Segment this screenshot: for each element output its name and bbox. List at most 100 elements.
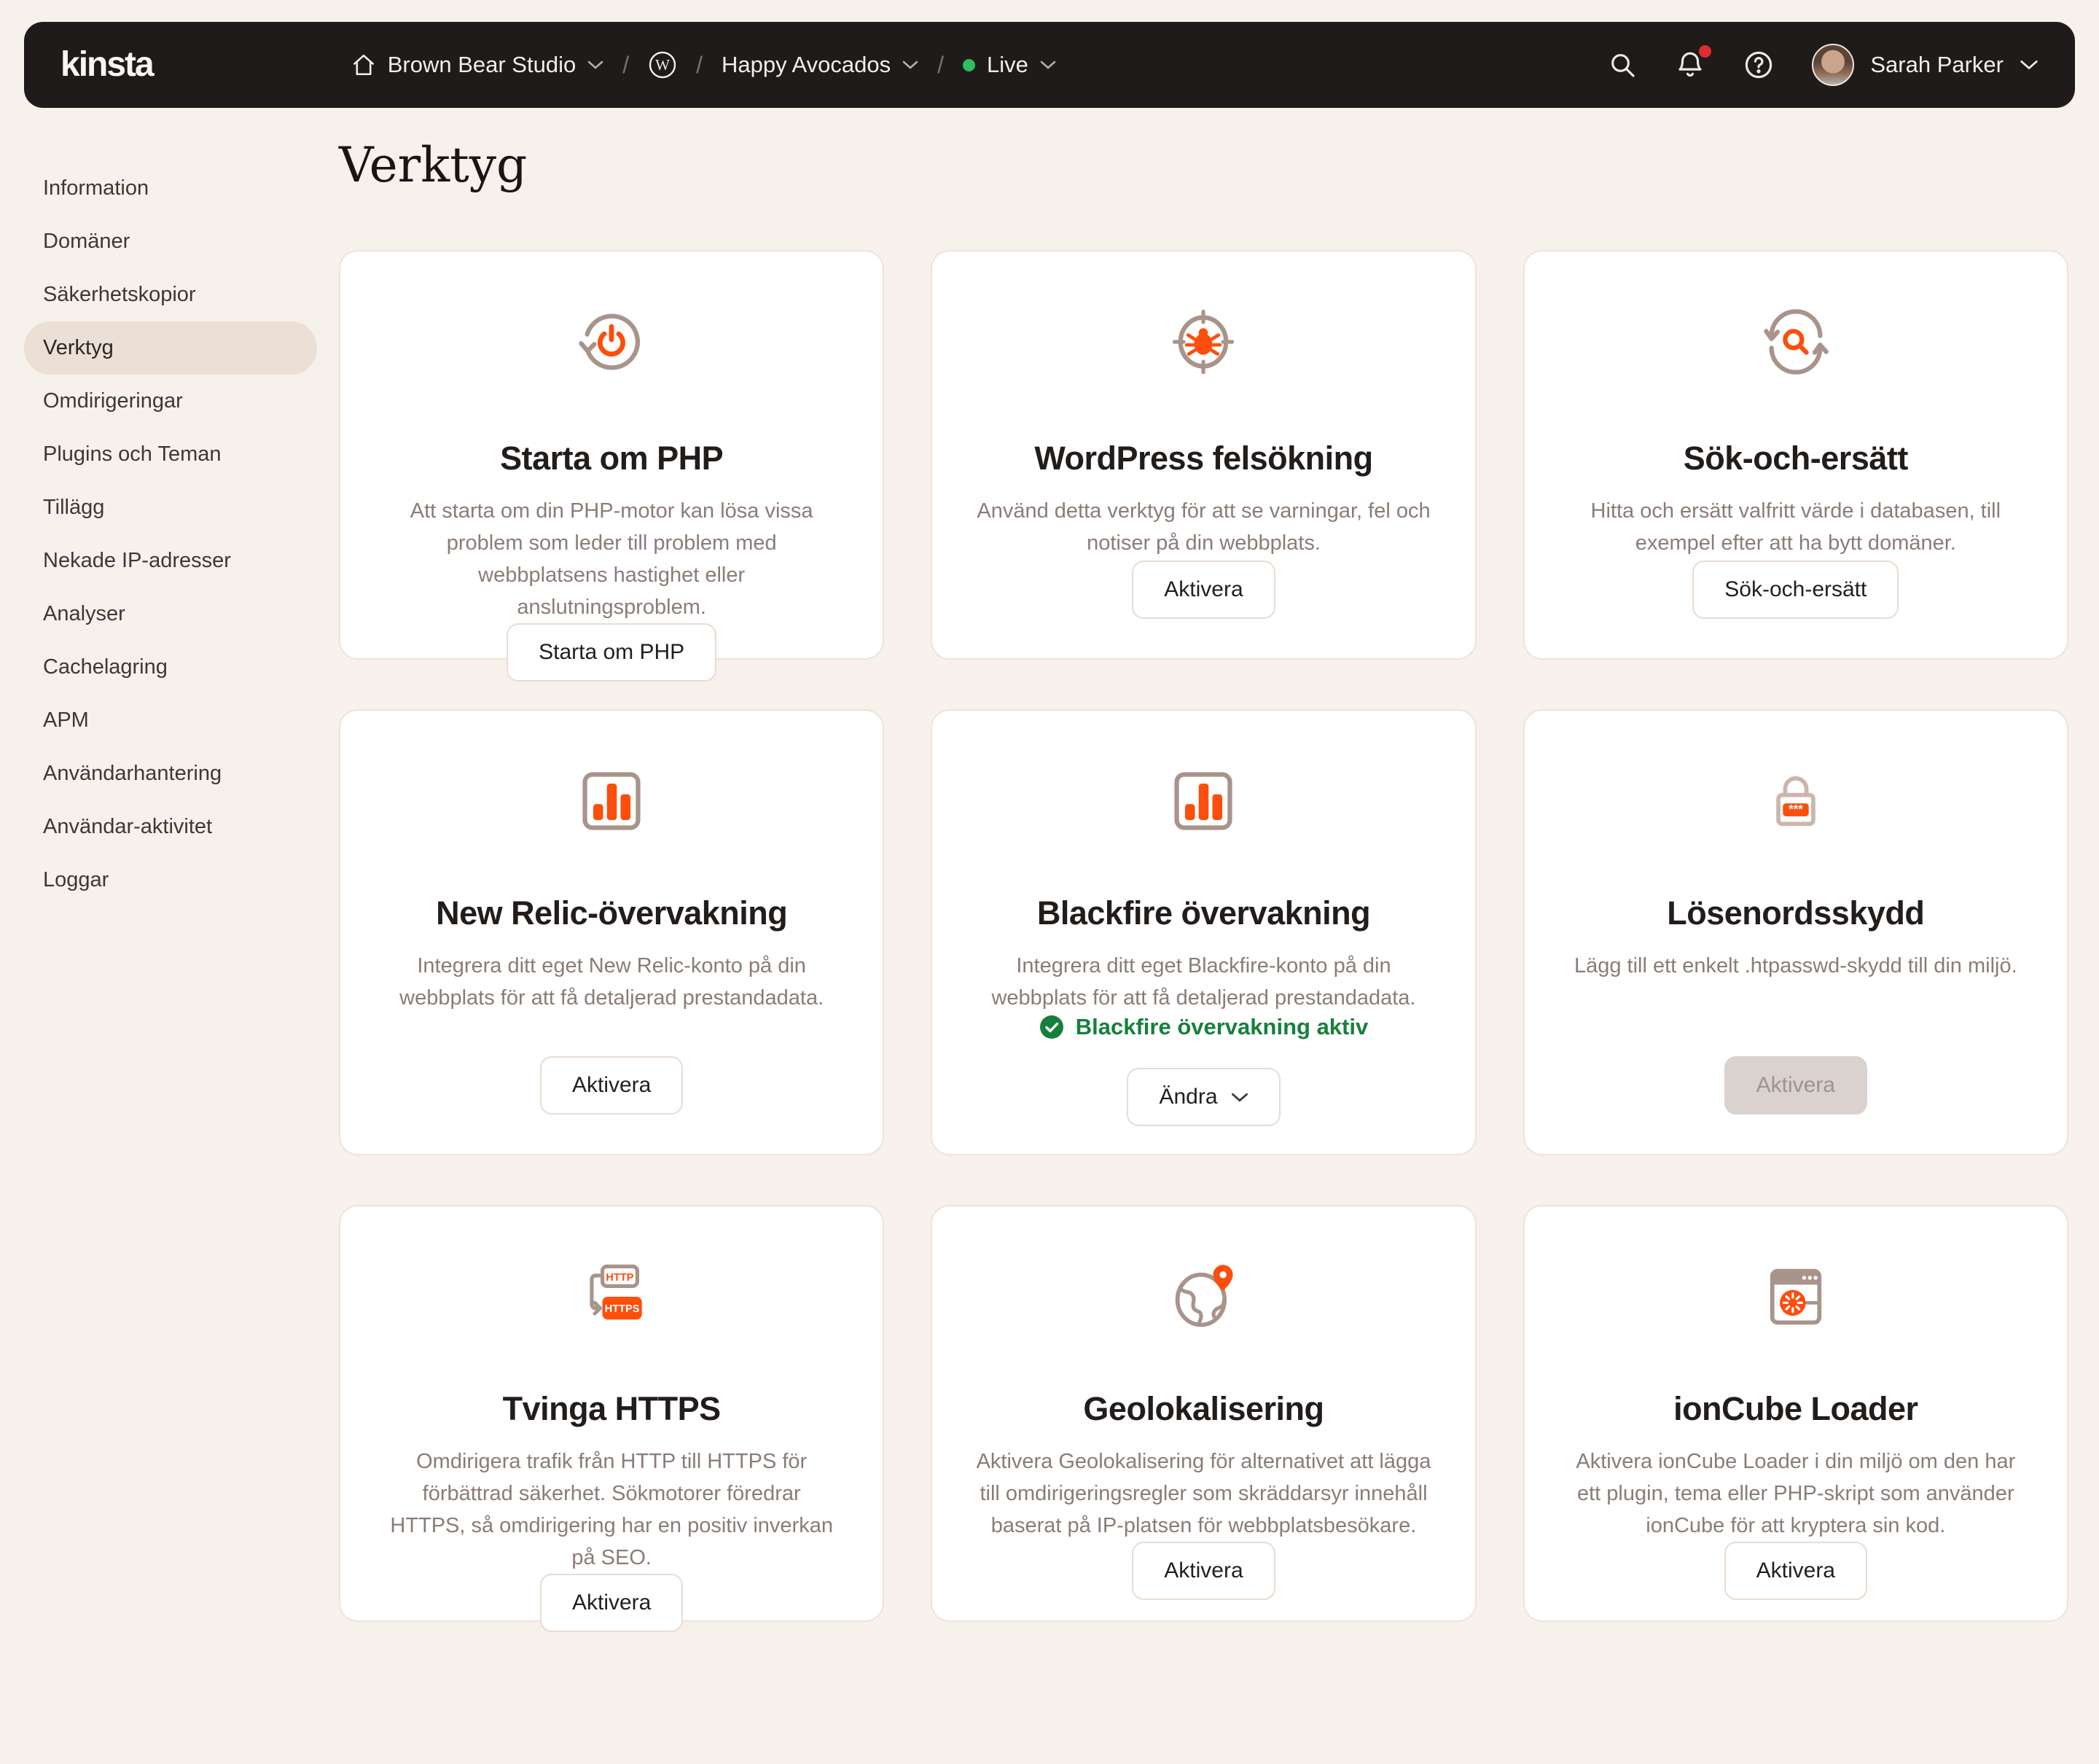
user-name: Sarah Parker xyxy=(1870,52,2004,78)
chevron-down-icon xyxy=(1231,1092,1248,1103)
http-label: HTTP xyxy=(606,1272,634,1284)
breadcrumb: Brown Bear Studio / W / Happy Avocados /… xyxy=(351,50,1056,79)
browser-loader-icon xyxy=(1759,1260,1832,1333)
live-status-dot xyxy=(963,59,975,71)
kinsta-logo[interactable]: kinsta xyxy=(60,47,153,82)
page-title: Verktyg xyxy=(339,137,2068,193)
sidebar-item-verktyg[interactable]: Verktyg xyxy=(24,321,317,375)
card-description: Lägg till ett enkelt .htpasswd-skydd til… xyxy=(1574,950,2017,982)
status-label: Blackfire övervakning aktiv xyxy=(1076,1014,1368,1040)
button-label: Ändra xyxy=(1159,1085,1217,1109)
card-description: Omdirigera trafik från HTTP till HTTPS f… xyxy=(382,1445,841,1574)
card-title: Starta om PHP xyxy=(500,440,723,477)
card-description: Aktivera Geolokalisering för alternative… xyxy=(974,1445,1433,1542)
sidebar-item-tillagg[interactable]: Tillägg xyxy=(24,481,317,534)
card-title: Sök-och-ersätt xyxy=(1684,440,1908,477)
sidebar-item-information[interactable]: Information xyxy=(24,162,317,215)
restart-icon xyxy=(575,305,648,378)
breadcrumb-separator: / xyxy=(693,52,705,79)
chevron-down-icon xyxy=(587,60,603,70)
top-navbar: kinsta Brown Bear Studio / W / Happy Avo… xyxy=(24,22,2075,108)
card-geolocation: Geolokalisering Aktivera Geolokalisering… xyxy=(931,1205,1476,1622)
breadcrumb-separator: / xyxy=(934,52,947,79)
navbar-actions: Sarah Parker xyxy=(1608,44,2039,86)
card-search-replace: Sök-och-ersätt Hitta och ersätt valfritt… xyxy=(1523,250,2068,660)
card-title: New Relic-övervakning xyxy=(436,894,787,932)
search-icon xyxy=(1608,50,1637,79)
sidebar-item-sakerhetskopior[interactable]: Säkerhetskopior xyxy=(24,268,317,321)
breadcrumb-site[interactable]: Happy Avocados xyxy=(722,52,918,78)
breadcrumb-company-label: Brown Bear Studio xyxy=(388,52,576,78)
user-menu[interactable]: Sarah Parker xyxy=(1812,44,2039,86)
card-description: Integrera ditt eget New Relic-konto på d… xyxy=(382,950,841,1014)
activate-wp-debugging-button[interactable]: Aktivera xyxy=(1132,561,1275,619)
sidebar-item-omdirigeringar[interactable]: Omdirigeringar xyxy=(24,375,317,428)
chevron-down-icon xyxy=(902,60,918,70)
search-replace-button[interactable]: Sök-och-ersätt xyxy=(1692,561,1899,619)
http-to-https-icon: HTTP HTTPS xyxy=(575,1260,648,1333)
check-circle-icon xyxy=(1039,1015,1064,1039)
svg-text:W: W xyxy=(655,56,670,74)
breadcrumb-site-label: Happy Avocados xyxy=(722,52,891,78)
card-ioncube-loader: ionCube Loader Aktivera ionCube Loader i… xyxy=(1523,1205,2068,1622)
bar-chart-icon xyxy=(1167,765,1240,838)
card-description: Hitta och ersätt valfritt värde i databa… xyxy=(1566,495,2025,559)
card-force-https: HTTP HTTPS Tvinga HTTPS Omdirigera trafi… xyxy=(339,1205,884,1622)
chevron-down-icon xyxy=(2020,59,2039,71)
activate-geolocation-button[interactable]: Aktivera xyxy=(1132,1542,1275,1600)
avatar xyxy=(1812,44,1854,86)
sidebar: Information Domäner Säkerhetskopior Verk… xyxy=(24,162,317,907)
breadcrumb-separator: / xyxy=(619,52,632,79)
sidebar-item-cachelagring[interactable]: Cachelagring xyxy=(24,641,317,694)
card-description: Aktivera ionCube Loader i din miljö om d… xyxy=(1566,1445,2025,1542)
card-title: Blackfire övervakning xyxy=(1037,894,1370,932)
card-description: Integrera ditt eget Blackfire-konto på d… xyxy=(974,950,1433,1014)
card-title: Geolokalisering xyxy=(1083,1390,1324,1428)
help-button[interactable] xyxy=(1743,50,1774,80)
card-new-relic: New Relic-övervakning Integrera ditt ege… xyxy=(339,709,884,1155)
card-description: Använd detta verktyg för att se varninga… xyxy=(974,495,1433,559)
sidebar-item-anvandarhantering[interactable]: Användarhantering xyxy=(24,747,317,800)
activate-force-https-button[interactable]: Aktivera xyxy=(540,1574,683,1632)
tools-grid: Starta om PHP Att starta om din PHP-moto… xyxy=(339,250,2068,1622)
card-restart-php: Starta om PHP Att starta om din PHP-moto… xyxy=(339,250,884,660)
breadcrumb-company[interactable]: Brown Bear Studio xyxy=(351,52,603,78)
card-blackfire: Blackfire övervakning Integrera ditt ege… xyxy=(931,709,1476,1155)
card-password-protection: *** Lösenordsskydd Lägg till ett enkelt … xyxy=(1523,709,2068,1155)
sidebar-item-analyser[interactable]: Analyser xyxy=(24,588,317,641)
help-icon xyxy=(1743,50,1774,80)
restart-php-button[interactable]: Starta om PHP xyxy=(507,623,716,682)
card-title: ionCube Loader xyxy=(1673,1390,1918,1428)
search-button[interactable] xyxy=(1608,50,1637,79)
card-wordpress-debugging: WordPress felsökning Använd detta verkty… xyxy=(931,250,1476,660)
activate-new-relic-button[interactable]: Aktivera xyxy=(540,1056,683,1115)
globe-pin-icon xyxy=(1167,1260,1240,1333)
card-title: Tvinga HTTPS xyxy=(503,1390,721,1428)
sidebar-item-apm[interactable]: APM xyxy=(24,694,317,747)
chevron-down-icon xyxy=(1040,60,1056,70)
sidebar-item-plugins-och-teman[interactable]: Plugins och Teman xyxy=(24,428,317,481)
sidebar-item-anvandar-aktivitet[interactable]: Användar-aktivitet xyxy=(24,800,317,854)
sidebar-item-domaner[interactable]: Domäner xyxy=(24,215,317,268)
password-lock-icon: *** xyxy=(1759,765,1832,838)
environment-selector[interactable]: Live xyxy=(963,52,1056,78)
bar-chart-icon xyxy=(575,765,648,838)
bug-target-icon xyxy=(1167,305,1240,378)
card-description: Att starta om din PHP-motor kan lösa vis… xyxy=(382,495,841,623)
home-icon xyxy=(351,52,376,77)
activate-ioncube-button[interactable]: Aktivera xyxy=(1724,1542,1867,1600)
change-blackfire-button[interactable]: Ändra xyxy=(1127,1068,1280,1126)
https-label: HTTPS xyxy=(605,1303,640,1315)
environment-label: Live xyxy=(987,52,1028,78)
notification-badge xyxy=(1699,45,1711,58)
blackfire-active-status: Blackfire övervakning aktiv xyxy=(1039,1014,1368,1040)
lock-asterisks: *** xyxy=(1789,803,1803,816)
card-title: Lösenordsskydd xyxy=(1667,894,1924,932)
notifications-button[interactable] xyxy=(1675,50,1705,80)
search-replace-icon xyxy=(1759,305,1832,378)
sidebar-item-loggar[interactable]: Loggar xyxy=(24,854,317,907)
sidebar-item-nekade-ip-adresser[interactable]: Nekade IP-adresser xyxy=(24,534,317,588)
activate-password-protection-button: Aktivera xyxy=(1724,1056,1867,1115)
wordpress-icon[interactable]: W xyxy=(648,50,677,79)
main-content: Verktyg Starta om PHP Att starta om din … xyxy=(339,131,2068,1622)
